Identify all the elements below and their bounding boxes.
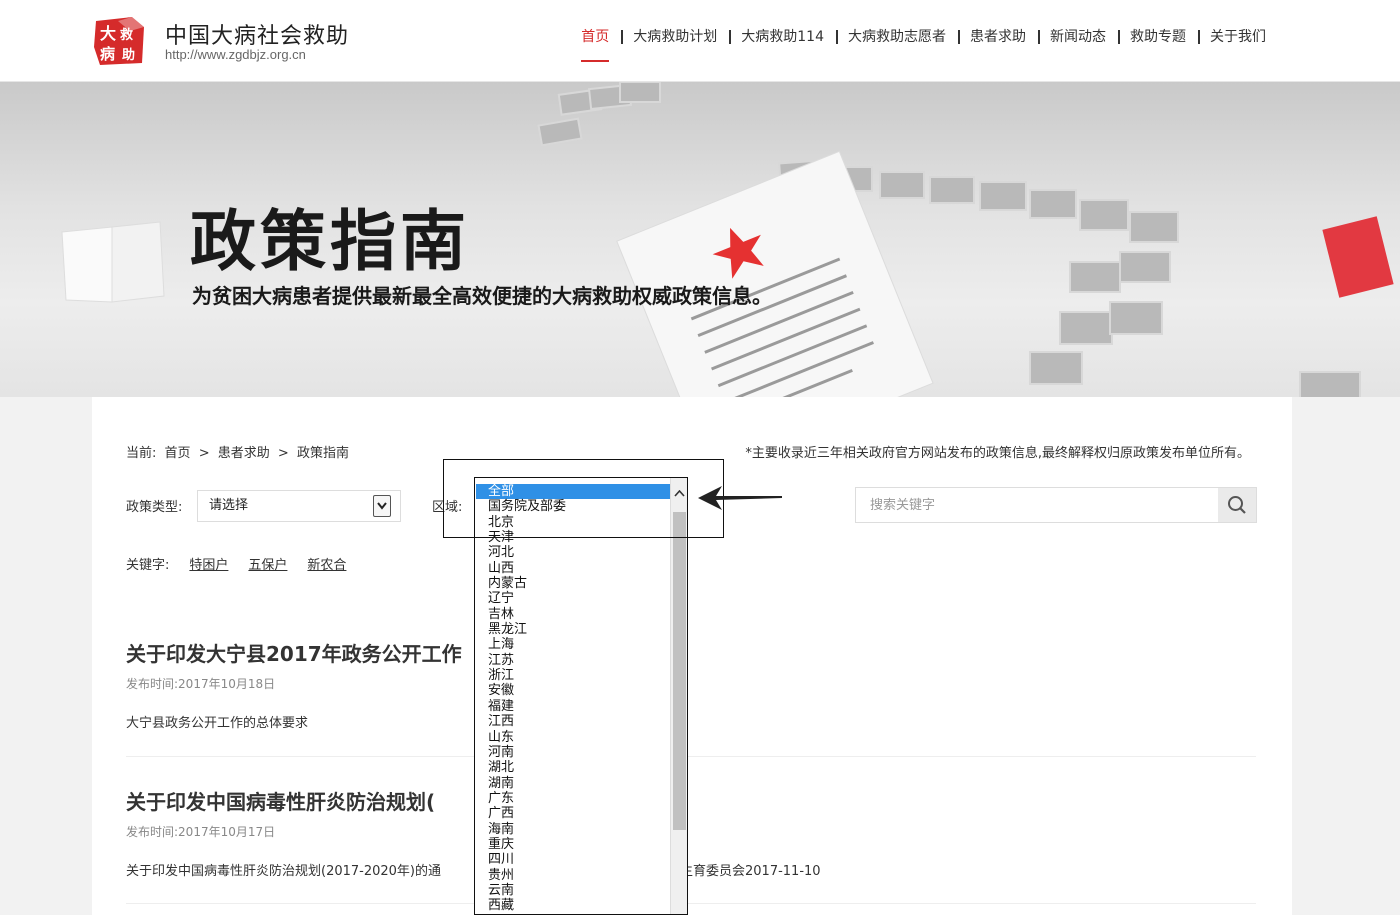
article-title[interactable]: 关于印发大宁县2017年政务公开工作 (126, 638, 1256, 667)
annotation-highlight-box (443, 459, 724, 538)
policy-type-label: 政策类型: (126, 500, 183, 515)
region-option[interactable]: 海南 (476, 822, 671, 837)
region-option[interactable]: 福建 (476, 699, 671, 714)
region-option[interactable]: 辽宁 (476, 591, 671, 606)
keyword-tags: 关键字: 特困户 五保户 新农合 (126, 554, 346, 573)
dropdown-scrollbar[interactable] (670, 478, 687, 914)
region-option[interactable]: 河北 (476, 545, 671, 560)
policy-notice: *主要收录近三年相关政府官方网站发布的政策信息,最终解释权归原政策发布单位所有。 (745, 446, 1250, 461)
nav-item-patient-help[interactable]: 患者求助 (958, 26, 1038, 48)
breadcrumb-separator: > (277, 446, 289, 461)
nav-item-home[interactable]: 首页 (569, 26, 621, 62)
breadcrumb-prefix: 当前: (126, 446, 157, 461)
article-item: 关于印发大宁县2017年政务公开工作 发布时间:2017年10月18日 大宁县政… (126, 638, 1256, 731)
article-item: 关于印发中国病毒性肝炎防治规划(知 发布时间:2017年10月17日 关于印发中… (126, 786, 1256, 879)
region-dropdown-list[interactable]: 全部 国务院及部委 北京 天津 河北 山西 内蒙古 辽宁 吉林 黑龙江 上海 江… (474, 477, 688, 915)
logo-icon[interactable]: 大 救 病 助 (92, 17, 146, 65)
article-title[interactable]: 关于印发中国病毒性肝炎防治规划(知 (126, 786, 1256, 815)
region-option[interactable]: 云南 (476, 883, 671, 898)
region-option[interactable]: 黑龙江 (476, 622, 671, 637)
banner-title: 政策指南 (190, 203, 470, 280)
svg-text:病: 病 (100, 45, 115, 63)
annotation-arrow-icon (698, 486, 782, 510)
region-option[interactable]: 江西 (476, 714, 671, 729)
nav-item-aid-plan[interactable]: 大病救助计划 (621, 26, 729, 48)
nav-item-about[interactable]: 关于我们 (1198, 26, 1278, 48)
region-option[interactable]: 吉林 (476, 607, 671, 622)
region-option[interactable]: 湖南 (476, 776, 671, 791)
svg-text:大: 大 (100, 24, 116, 43)
breadcrumb-item-policy-guide: 政策指南 (296, 446, 349, 461)
scroll-thumb[interactable] (673, 512, 686, 830)
breadcrumb: 当前: 首页 > 患者求助 > 政策指南 (126, 442, 353, 461)
search-button[interactable] (1218, 488, 1256, 522)
site-title[interactable]: 中国大病社会救助 (165, 18, 349, 50)
article-summary-text: 关于印发中国病毒性肝炎防治规划(2017-2020年)的通 (126, 864, 442, 879)
svg-text:助: 助 (122, 47, 135, 63)
article-summary: 关于印发中国病毒性肝炎防治规划(2017-2020年)的通 划生育委员会2017-… (126, 860, 1256, 879)
keyword-search (855, 487, 1257, 523)
keyword-link-wubaohu[interactable]: 五保户 (248, 554, 287, 573)
nav-item-volunteers[interactable]: 大病救助志愿者 (836, 26, 958, 48)
policy-type-value: 请选择 (209, 498, 249, 513)
keyword-link-tekunhu[interactable]: 特困户 (189, 554, 228, 573)
article-date: 发布时间:2017年10月17日 (126, 825, 276, 839)
site-header: 大 救 病 助 中国大病社会救助 http://www.zgdbjz.org.c… (0, 0, 1400, 82)
region-option[interactable]: 江苏 (476, 653, 671, 668)
article-summary-tail: 划生育委员会2017-11-10 (667, 864, 821, 879)
main-nav: 首页 大病救助计划 大病救助114 大病救助志愿者 患者求助 新闻动态 救助专题… (569, 26, 1278, 62)
breadcrumb-separator: > (198, 446, 210, 461)
chevron-down-icon[interactable] (373, 495, 391, 517)
region-option[interactable]: 西藏 (476, 898, 671, 913)
svg-text:救: 救 (120, 27, 133, 43)
region-option[interactable]: 山东 (476, 730, 671, 745)
region-option[interactable]: 河南 (476, 745, 671, 760)
scroll-down-button[interactable] (671, 904, 687, 914)
region-option[interactable]: 上海 (476, 637, 671, 652)
keyword-link-xinnonghe[interactable]: 新农合 (307, 554, 346, 573)
banner-subtitle: 为贫困大病患者提供最新最全高效便捷的大病救助权威政策信息。 (192, 284, 772, 308)
region-options: 全部 国务院及部委 北京 天津 河北 山西 内蒙古 辽宁 吉林 黑龙江 上海 江… (476, 484, 671, 914)
article-summary: 大宁县政务公开工作的总体要求 (126, 716, 309, 731)
region-option[interactable]: 重庆 (476, 837, 671, 852)
region-option[interactable]: 山西 (476, 561, 671, 576)
nav-item-aid-114[interactable]: 大病救助114 (729, 26, 836, 48)
article-title-text: 关于印发中国病毒性肝炎防治规划( (126, 790, 436, 814)
breadcrumb-item-home[interactable]: 首页 (165, 446, 191, 461)
region-option[interactable]: 安徽 (476, 683, 671, 698)
hero-banner: 政策指南 为贫困大病患者提供最新最全高效便捷的大病救助权威政策信息。 (0, 82, 1400, 397)
keyword-label: 关键字: (126, 558, 170, 573)
region-option[interactable]: 贵州 (476, 868, 671, 883)
site-url: http://www.zgdbjz.org.cn (165, 47, 306, 62)
article-date: 发布时间:2017年10月18日 (126, 677, 276, 691)
search-icon (1228, 496, 1246, 514)
region-option[interactable]: 广东 (476, 791, 671, 806)
region-option[interactable]: 四川 (476, 852, 671, 867)
policy-type-select[interactable]: 请选择 (197, 490, 401, 522)
divider (126, 756, 1256, 757)
search-input[interactable] (856, 488, 1218, 522)
region-option[interactable]: 广西 (476, 806, 671, 821)
divider (126, 903, 1256, 904)
region-option[interactable]: 浙江 (476, 668, 671, 683)
region-option[interactable]: 湖北 (476, 760, 671, 775)
breadcrumb-item-patient-help[interactable]: 患者求助 (218, 446, 270, 461)
nav-item-news[interactable]: 新闻动态 (1038, 26, 1118, 48)
region-option[interactable]: 内蒙古 (476, 576, 671, 591)
nav-item-topics[interactable]: 救助专题 (1118, 26, 1198, 48)
